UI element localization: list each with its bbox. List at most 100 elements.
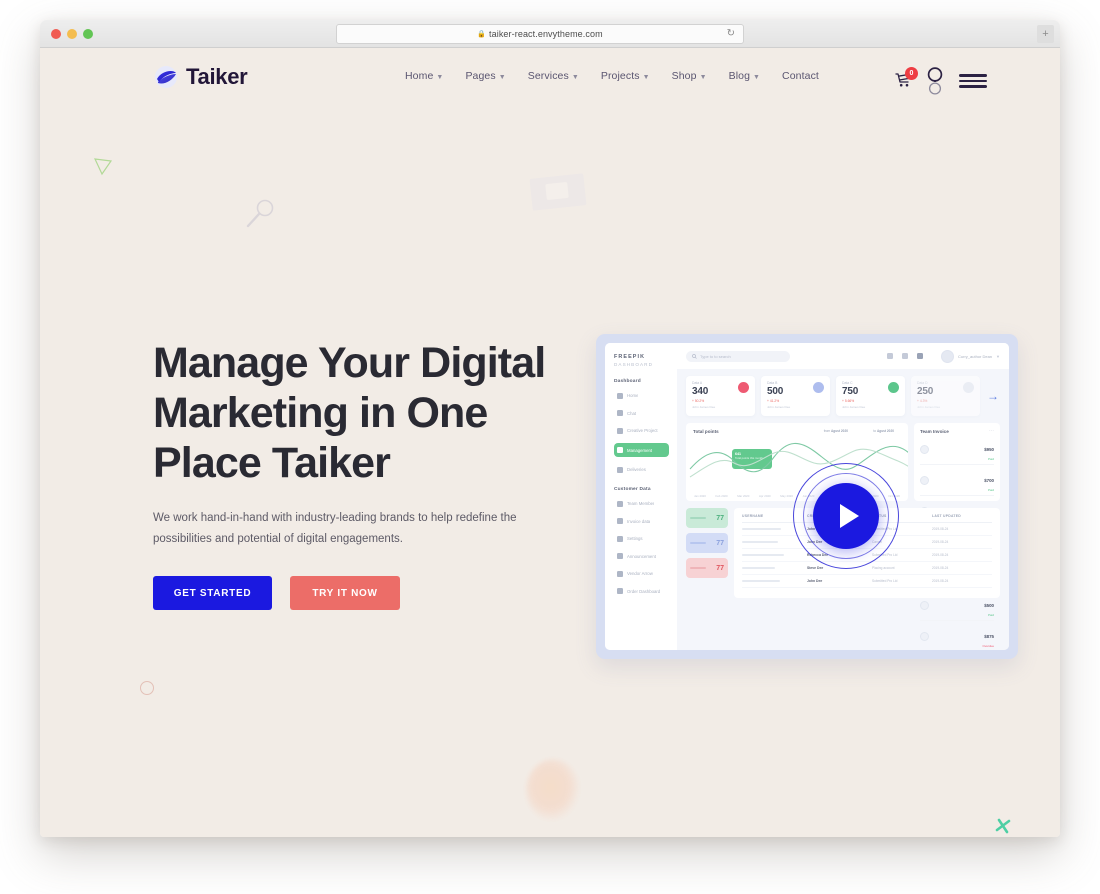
column-header-username: USERNAME	[742, 514, 764, 518]
chevron-down-icon: ▼	[571, 73, 579, 81]
table-row[interactable]: Rebecca Dee Submitted Pro Lid 2019-08-24	[742, 549, 992, 562]
status-badge: Paid	[987, 612, 994, 617]
sidebar-item-order-dashboard[interactable]: Order Dashboard	[614, 586, 669, 596]
invoice-row[interactable]: $950 Paid	[920, 434, 994, 466]
x-tick: Feb 2020	[715, 494, 728, 498]
nav-item-projects[interactable]: Projects ▼	[601, 70, 650, 82]
table-row[interactable]: John Dee Submitted Pro Lid 2019-08-24	[742, 575, 992, 588]
stat-sub: John James Dee	[842, 404, 866, 409]
sidebar-item-label: Settings	[627, 536, 643, 541]
sidebar-item-label: Creative Project	[627, 428, 658, 433]
chart-title: Total points	[693, 429, 719, 434]
stat-card[interactable]: Data D 250 + 4.3% John James Dee	[911, 376, 980, 416]
green-triangle-shape	[93, 158, 113, 176]
invoice-amount-group: $700 Paid	[984, 469, 994, 492]
new-tab-button[interactable]: +	[1037, 25, 1054, 43]
search-button[interactable]	[926, 66, 944, 96]
nav-item-contact[interactable]: Contact	[782, 70, 819, 82]
invoice-amount: $500	[984, 602, 994, 608]
hamburger-bar	[959, 85, 987, 88]
score-box[interactable]: 77	[686, 533, 728, 553]
stat-sub: John James Dee	[767, 404, 791, 409]
sidebar-item-announcement[interactable]: Announcement	[614, 551, 669, 561]
status-badge: Paid	[987, 456, 994, 461]
get-started-button[interactable]: GET STARTED	[153, 576, 272, 610]
nav-item-home[interactable]: Home ▼	[405, 70, 443, 82]
dashboard-search-input[interactable]: Type to to search	[686, 350, 790, 362]
nav-item-blog[interactable]: Blog ▼	[729, 70, 760, 82]
chart-range-from[interactable]: from Agust 2020	[824, 429, 848, 433]
nav-item-pages[interactable]: Pages ▼	[465, 70, 505, 82]
stat-bubble-icon	[888, 382, 899, 393]
avatar	[920, 444, 929, 454]
home-icon	[617, 392, 623, 399]
score-box[interactable]: 77	[686, 508, 728, 528]
chevron-down-icon: ▼	[699, 73, 707, 81]
nav-item-services[interactable]: Services ▼	[528, 70, 579, 82]
range-from-value: Agust 2020	[830, 429, 848, 433]
address-bar[interactable]: 🔒 taiker-react.envytheme.com ↻	[336, 24, 744, 44]
stat-sub: John James Dee	[692, 404, 716, 409]
refresh-icon[interactable]	[887, 353, 893, 359]
sidebar-item-deliveries[interactable]: Deliveries	[614, 465, 669, 475]
play-video-button[interactable]	[813, 483, 879, 549]
stat-card[interactable]: Data A 340 + 50.2% John James Dee	[686, 376, 755, 416]
profile-icon[interactable]	[917, 353, 923, 359]
sidebar-item-settings[interactable]: Settings	[614, 534, 669, 544]
invoice-row[interactable]: $875 Overdue	[920, 621, 994, 650]
stat-bubble-icon	[738, 382, 749, 393]
sidebar-item-label: Chat	[627, 410, 637, 416]
table-row[interactable]: Steve Dee Placing account 2019-08-24	[742, 562, 992, 575]
avatar	[920, 600, 929, 610]
nav-item-shop[interactable]: Shop ▼	[672, 70, 707, 82]
hero-subtitle: We work hand-in-hand with industry-leadi…	[153, 512, 517, 545]
sidebar-item-management[interactable]: Management	[614, 443, 669, 457]
sidebar-item-home[interactable]: Home	[614, 391, 669, 401]
sidebar-item-team-member[interactable]: Team Member	[614, 499, 669, 509]
sidebar-item-label: Order Dashboard	[627, 588, 661, 594]
sidebar-item-chat[interactable]: Chat	[614, 408, 669, 418]
try-it-now-button[interactable]: TRY IT NOW	[290, 576, 400, 610]
cell-created-by: Rebecca Dee	[807, 553, 829, 557]
range-to-value: Agust 2020	[876, 429, 894, 433]
dashboard-search-placeholder: Type to to search	[700, 353, 731, 359]
vendor-icon	[617, 570, 623, 577]
more-dots-icon[interactable]: ⋯	[989, 429, 994, 434]
play-icon	[839, 504, 859, 528]
close-window-button[interactable]	[51, 29, 61, 39]
dashboard-screen: FREEPIK DASHBOARD Dashboard Home Chat Cr…	[605, 343, 1009, 650]
arrow-right-icon[interactable]: →	[986, 390, 1000, 402]
nav-label: Contact	[782, 70, 819, 82]
sidebar-item-label: Deliveries	[627, 467, 646, 472]
sidebar-item-vendor-arrow[interactable]: Vendor Arrow	[614, 569, 669, 579]
stat-card[interactable]: Data B 500 + 41.2% John James Dee	[761, 376, 830, 416]
sidebar-item-invoice-data[interactable]: Invoice data	[614, 516, 669, 526]
invoice-amount-group: $875 Overdue	[982, 625, 994, 648]
reload-icon[interactable]: ↻	[727, 29, 735, 39]
cart-button[interactable]: 0	[895, 67, 918, 90]
dashboard-user-menu[interactable]: Curry_author Dean ▼	[941, 349, 1000, 363]
hamburger-menu-icon[interactable]	[959, 74, 987, 88]
invoice-row[interactable]: $700 Paid	[920, 465, 994, 497]
lock-icon: 🔒	[477, 30, 487, 38]
maximize-window-button[interactable]	[83, 29, 93, 39]
stat-card[interactable]: Data C 750 + 5.66% John James Dee	[836, 376, 905, 416]
status-badge: Overdue	[982, 643, 994, 648]
avatar	[920, 475, 929, 485]
column-header-last-updated: LAST UPDATED	[932, 514, 961, 518]
chart-range-to[interactable]: to Agust 2020	[873, 429, 894, 433]
invoice-amount: $700	[984, 477, 994, 483]
grid-icon[interactable]	[902, 353, 908, 359]
score-box[interactable]: 77	[686, 558, 728, 578]
cell-status: Cancel	[872, 540, 882, 544]
invoice-icon	[617, 518, 623, 524]
minimize-window-button[interactable]	[67, 29, 77, 39]
brand-logo[interactable]: Taiker	[153, 64, 248, 90]
invoice-amount: $875	[984, 633, 994, 639]
megaphone-icon	[617, 553, 623, 559]
sidebar-item-creative-project[interactable]: Creative Project	[614, 426, 669, 436]
stat-cards-row: Data A 340 + 50.2% John James Dee Data B…	[686, 376, 1000, 416]
teal-cross-shape	[995, 818, 1011, 834]
window-controls[interactable]	[51, 29, 93, 39]
dashboard-preview[interactable]: FREEPIK DASHBOARD Dashboard Home Chat Cr…	[596, 334, 1018, 659]
